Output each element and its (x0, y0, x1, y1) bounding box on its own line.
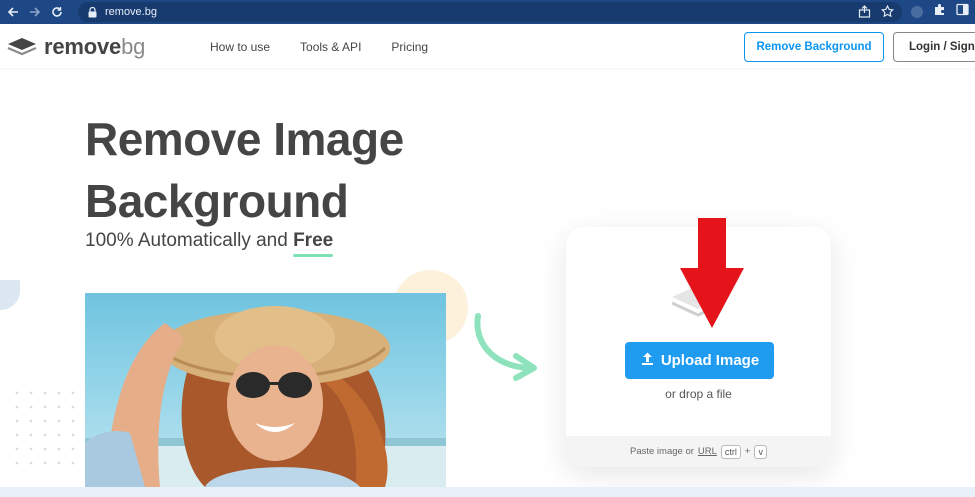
hero-title: Remove Image Background (85, 113, 404, 227)
upload-image-button[interactable]: Upload Image (625, 342, 774, 379)
decorative-shape (0, 280, 20, 310)
nav-how-to-use[interactable]: How to use (210, 40, 270, 54)
key-ctrl: ctrl (720, 444, 741, 459)
hero-subtitle: 100% Automatically and Free (85, 230, 334, 257)
share-icon[interactable] (858, 5, 871, 23)
next-section-strip (0, 487, 975, 497)
upload-button-label: Upload Image (660, 352, 760, 369)
sidebar-icon[interactable] (956, 3, 969, 21)
nav-tools-api[interactable]: Tools & API (300, 40, 361, 54)
lock-icon (88, 6, 98, 18)
key-v: v (754, 444, 767, 459)
logo[interactable]: removebg (6, 34, 145, 60)
paste-hint: Paste image or URL ctrl + v (566, 436, 831, 467)
logo-text: removebg (44, 34, 146, 59)
profile-avatar[interactable] (911, 6, 923, 18)
logo-icon (7, 38, 37, 56)
upload-icon (640, 351, 655, 370)
back-arrow-icon[interactable] (4, 3, 22, 21)
decorative-arrow-icon (474, 313, 537, 381)
remove-background-button[interactable]: Remove Background (744, 32, 884, 62)
url-text: remove.bg (105, 6, 157, 18)
paste-url-link[interactable]: URL (698, 446, 717, 457)
decorative-dots (10, 386, 80, 476)
login-signup-button[interactable]: Login / Sign Up (893, 32, 975, 62)
extensions-icon[interactable] (933, 3, 946, 21)
browser-toolbar: remove.bg (0, 0, 975, 24)
nav-pricing[interactable]: Pricing (391, 40, 428, 54)
free-highlight: Free (293, 230, 334, 257)
address-bar[interactable]: remove.bg (78, 2, 902, 22)
main-nav: How to use Tools & API Pricing (210, 40, 428, 54)
site-header: removebg How to use Tools & API Pricing … (0, 24, 975, 68)
reload-icon[interactable] (48, 3, 66, 21)
hero-example-photo (85, 293, 446, 487)
drop-file-text: or drop a file (665, 387, 732, 401)
annotation-arrow-icon (680, 218, 744, 328)
star-icon[interactable] (880, 4, 895, 23)
forward-arrow-icon[interactable] (26, 3, 44, 21)
